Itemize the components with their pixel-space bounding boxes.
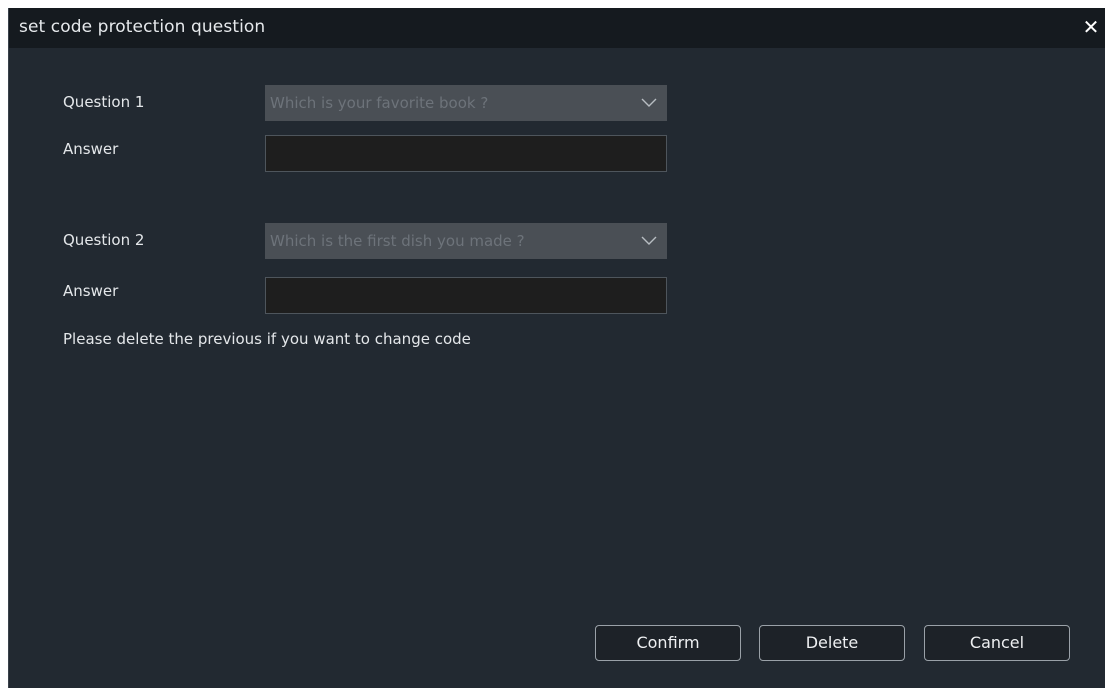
dialog-titlebar: set code protection question ✕ bbox=[9, 8, 1105, 48]
question-2-label: Question 2 bbox=[63, 231, 145, 249]
question-1-selected-value: Which is your favorite book ? bbox=[270, 94, 489, 112]
dialog-title: set code protection question bbox=[19, 17, 266, 37]
chevron-down-icon bbox=[641, 98, 657, 107]
question-1-answer-label: Answer bbox=[63, 140, 119, 158]
code-protection-dialog: set code protection question ✕ Question … bbox=[8, 8, 1105, 688]
question-2-selected-value: Which is the first dish you made ? bbox=[270, 232, 525, 250]
question-1-answer-input[interactable] bbox=[265, 135, 667, 172]
cancel-button[interactable]: Cancel bbox=[924, 625, 1070, 661]
question-1-select[interactable]: Which is your favorite book ? bbox=[265, 85, 667, 121]
chevron-down-icon bbox=[641, 236, 657, 245]
close-icon[interactable]: ✕ bbox=[1080, 14, 1102, 40]
question-2-select[interactable]: Which is the first dish you made ? bbox=[265, 223, 667, 259]
change-code-hint: Please delete the previous if you want t… bbox=[63, 330, 471, 348]
question-2-answer-input[interactable] bbox=[265, 277, 667, 314]
delete-button[interactable]: Delete bbox=[759, 625, 905, 661]
question-2-answer-label: Answer bbox=[63, 282, 119, 300]
confirm-button[interactable]: Confirm bbox=[595, 625, 741, 661]
question-1-label: Question 1 bbox=[63, 93, 145, 111]
